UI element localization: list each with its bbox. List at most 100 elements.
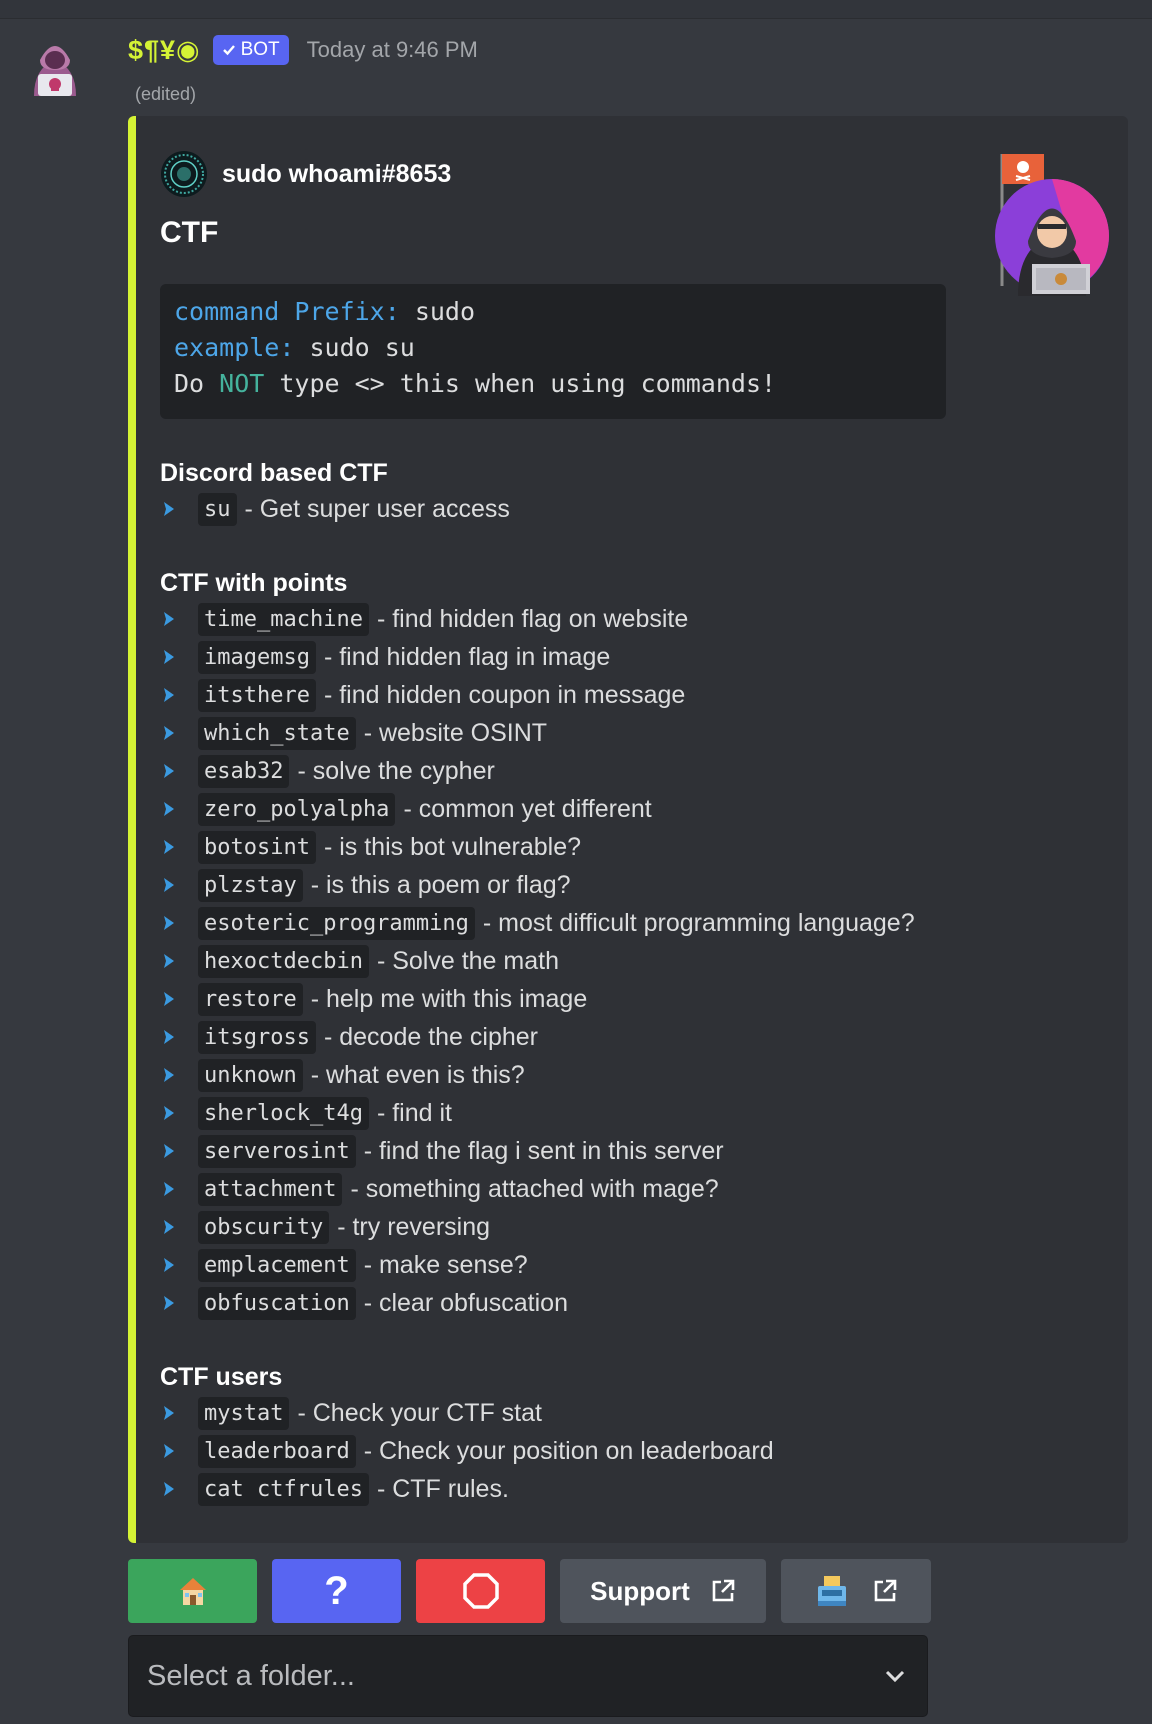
embed-title: CTF <box>160 216 219 249</box>
code-block: command Prefix: sudo example: sudo su Do… <box>160 284 946 419</box>
command-description: - website OSINT <box>363 718 548 747</box>
list-item: leaderboard - Check your position on lead… <box>160 1432 774 1470</box>
list-item: sherlock_t4g - find it <box>160 1094 915 1132</box>
embed: sudo whoami#8653 CTF command Prefix: sud… <box>128 116 1128 1543</box>
command-code: restore <box>198 982 303 1016</box>
command-code: emplacement <box>198 1248 356 1282</box>
cash-register-icon <box>818 1576 846 1606</box>
command-description: - what even is this? <box>310 1060 525 1089</box>
command-description: - find hidden coupon in message <box>323 680 686 709</box>
chevron-right-icon <box>164 1106 174 1120</box>
list-item: imagemsg - find hidden flag in image <box>160 638 915 676</box>
embed-accent-bar <box>128 116 136 1543</box>
external-link-icon <box>874 1579 897 1602</box>
command-description: - Get super user access <box>244 494 510 523</box>
list-item: unknown - what even is this? <box>160 1056 915 1094</box>
section-title: CTF users <box>160 1363 283 1391</box>
support-button[interactable]: Support <box>560 1559 766 1623</box>
code-line2-value: sudo su <box>294 333 415 362</box>
checkmark-icon <box>222 45 235 56</box>
author-icon <box>161 151 207 197</box>
list-item: time_machine - find hidden flag on websit… <box>160 600 915 638</box>
stop-button[interactable] <box>416 1559 545 1623</box>
register-link-button[interactable] <box>781 1559 931 1623</box>
command-description: - find hidden flag in image <box>323 642 611 671</box>
command-code: hexoctdecbin <box>198 944 369 978</box>
command-code: attachment <box>198 1172 343 1206</box>
command-description: - common yet different <box>403 794 652 823</box>
list-item: restore - help me with this image <box>160 980 915 1018</box>
chevron-right-icon <box>164 1406 174 1420</box>
support-label: Support <box>590 1575 690 1606</box>
command-description: - Check your CTF stat <box>297 1398 542 1427</box>
code-line3-warning: NOT <box>219 369 265 398</box>
section-ctf-points: CTF with points time_machine - find hidde… <box>160 566 915 1322</box>
command-description: - make sense? <box>363 1250 528 1279</box>
command-code: leaderboard <box>198 1434 356 1468</box>
command-code: su <box>198 492 237 526</box>
command-code: itsthere <box>198 678 316 712</box>
command-description: - most difficult programming language? <box>482 908 915 937</box>
command-description: - CTF rules. <box>376 1474 509 1503</box>
command-description: - decode the cipher <box>323 1022 538 1051</box>
section-ctf-users: CTF users mystat - Check your CTF stat le… <box>160 1360 774 1508</box>
help-label: ? <box>324 1568 349 1613</box>
list-item: attachment - something attached with mage… <box>160 1170 915 1208</box>
chevron-right-icon <box>164 612 174 626</box>
bot-badge: BOT <box>212 35 289 65</box>
command-description: - help me with this image <box>310 984 588 1013</box>
timestamp[interactable]: Today at 9:46 PM <box>307 37 478 63</box>
list-item: emplacement - make sense? <box>160 1246 915 1284</box>
code-line1-value: sudo <box>399 297 476 326</box>
folder-select[interactable]: Select a folder... <box>128 1635 928 1717</box>
command-code: esab32 <box>198 754 290 788</box>
command-code: plzstay <box>198 868 303 902</box>
command-code: obscurity <box>198 1210 330 1244</box>
button-row: ? Support <box>128 1559 931 1623</box>
home-button[interactable] <box>128 1559 257 1623</box>
chevron-right-icon <box>164 878 174 892</box>
chevron-right-icon <box>164 954 174 968</box>
chevron-right-icon <box>164 726 174 740</box>
list-item: plzstay - is this a poem or flag? <box>160 866 915 904</box>
chevron-right-icon <box>164 1182 174 1196</box>
code-line3-start: Do <box>174 369 220 398</box>
list-item: obfuscation - clear obfuscation <box>160 1284 915 1322</box>
command-description: - find it <box>376 1098 452 1127</box>
list-item: itsthere - find hidden coupon in message <box>160 676 915 714</box>
edited-label: (edited) <box>135 84 197 104</box>
help-button[interactable]: ? <box>272 1559 401 1623</box>
command-description: - solve the cypher <box>297 756 495 785</box>
command-code: which_state <box>198 716 356 750</box>
chevron-right-icon <box>164 650 174 664</box>
code-line2-key: example: <box>174 333 295 362</box>
list-item: mystat - Check your CTF stat <box>160 1394 774 1432</box>
command-code: mystat <box>198 1396 290 1430</box>
command-description: - is this a poem or flag? <box>310 870 571 899</box>
chevron-right-icon <box>164 992 174 1006</box>
list-item: botosint - is this bot vulnerable? <box>160 828 915 866</box>
chevron-right-icon <box>164 840 174 854</box>
username[interactable]: $¶¥◉ <box>128 35 201 66</box>
command-description: - is this bot vulnerable? <box>323 832 582 861</box>
command-description: - something attached with mage? <box>350 1174 719 1203</box>
chevron-right-icon <box>164 1444 174 1458</box>
embed-thumbnail[interactable] <box>988 146 1118 306</box>
chevron-right-icon <box>164 1068 174 1082</box>
command-code: obfuscation <box>198 1286 356 1320</box>
previous-message-divider <box>0 0 1152 19</box>
bot-avatar[interactable] <box>20 30 90 100</box>
code-line3-end: type <> this when using commands! <box>264 369 777 398</box>
command-code: imagemsg <box>198 640 316 674</box>
command-code: unknown <box>198 1058 303 1092</box>
embed-author-name[interactable]: sudo whoami#8653 <box>222 160 451 189</box>
chevron-right-icon <box>164 1030 174 1044</box>
command-description: - Solve the math <box>376 946 559 975</box>
command-code: botosint <box>198 830 316 864</box>
list-item: serverosint - find the flag i sent in thi… <box>160 1132 915 1170</box>
list-item: zero_polyalpha - common yet different <box>160 790 915 828</box>
chevron-right-icon <box>164 502 174 516</box>
command-description: - try reversing <box>337 1212 491 1241</box>
chevron-down-icon <box>885 1670 905 1683</box>
chevron-right-icon <box>164 1220 174 1234</box>
